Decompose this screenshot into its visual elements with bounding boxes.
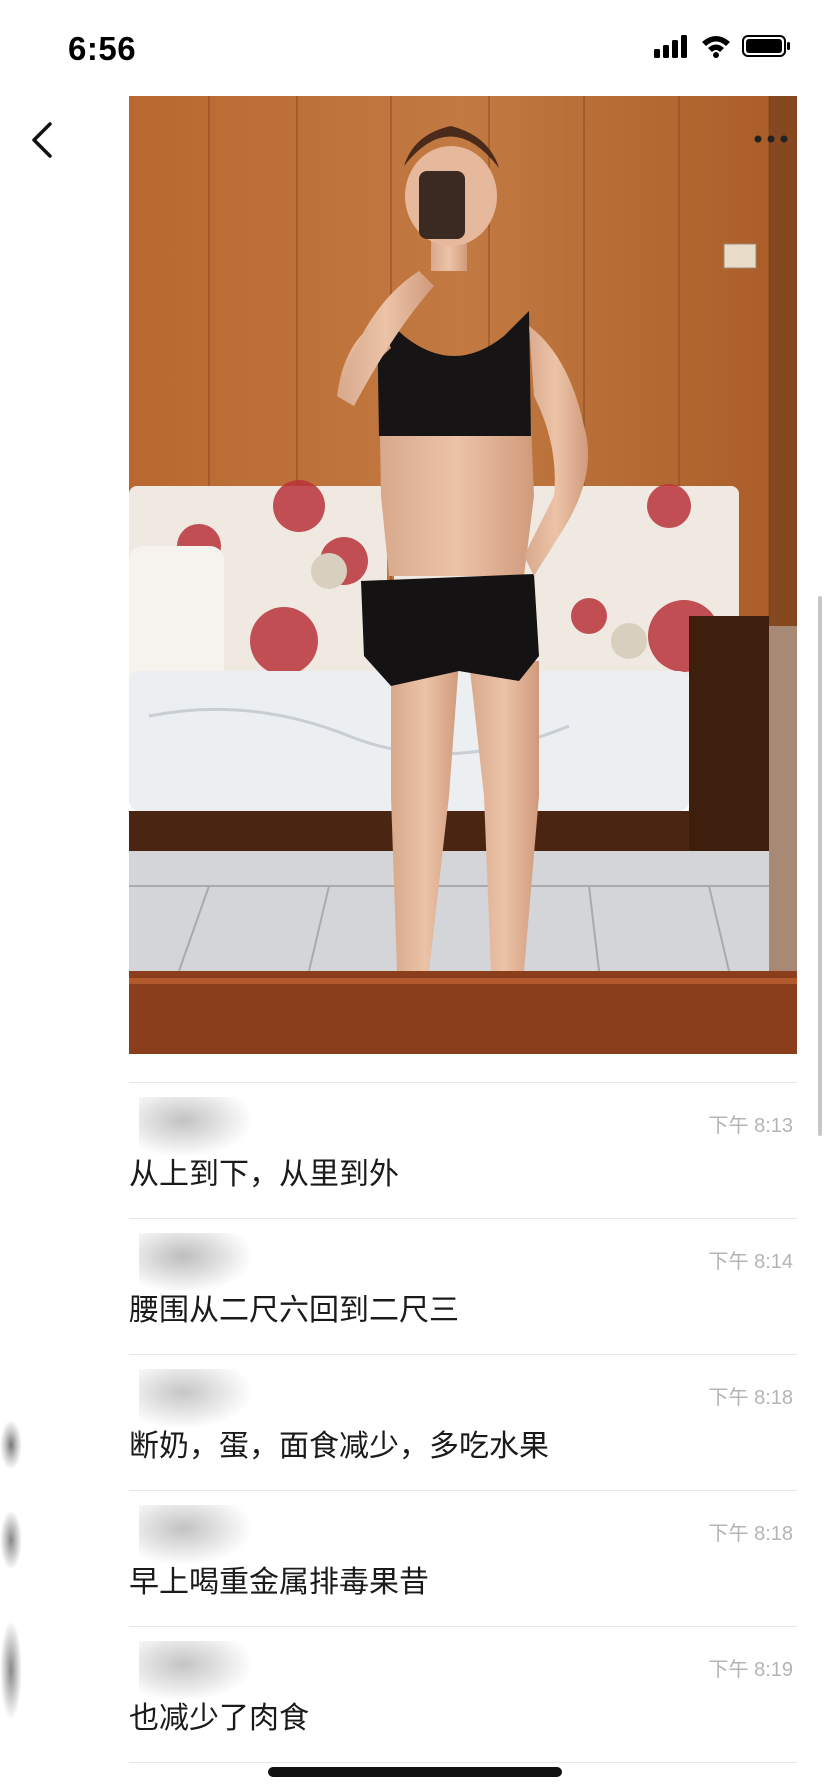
status-time: 6:56 bbox=[68, 30, 137, 67]
message-item[interactable]: 下午 8:14 腰围从二尺六回到二尺三 bbox=[129, 1218, 797, 1354]
back-button[interactable] bbox=[22, 110, 66, 170]
more-options-icon bbox=[754, 135, 788, 143]
battery-icon bbox=[742, 35, 790, 57]
message-text: 断奶，蛋，面食减少，多吃水果 bbox=[129, 1429, 549, 1464]
blurred-sender-name bbox=[139, 1233, 249, 1291]
cellular-signal-icon bbox=[654, 35, 687, 58]
blurred-sender-name bbox=[139, 1641, 249, 1699]
message-item[interactable]: 下午 8:18 早上喝重金属排毒果昔 bbox=[129, 1490, 797, 1626]
message-item[interactable]: 下午 8:13 从上到下，从里到外 bbox=[129, 1082, 797, 1218]
edge-blur-2 bbox=[0, 1510, 22, 1570]
message-item[interactable]: 下午 8:19 也减少了肉食 bbox=[129, 1626, 797, 1763]
message-text: 早上喝重金属排毒果昔 bbox=[129, 1565, 429, 1600]
blurred-sender-name bbox=[139, 1505, 249, 1563]
blurred-sender-name bbox=[139, 1097, 249, 1155]
message-time: 下午 8:18 bbox=[708, 1387, 793, 1409]
edge-blur-3 bbox=[0, 1620, 22, 1720]
mirror-selfie-photo bbox=[129, 96, 797, 1054]
message-item[interactable]: 下午 8:18 断奶，蛋，面食减少，多吃水果 bbox=[129, 1354, 797, 1490]
back-chevron-icon bbox=[32, 122, 52, 158]
scrollbar[interactable] bbox=[818, 596, 822, 1136]
message-time: 下午 8:14 bbox=[708, 1251, 793, 1273]
more-options-button[interactable] bbox=[746, 124, 796, 154]
chat-photo[interactable] bbox=[129, 96, 797, 1054]
message-text: 从上到下，从里到外 bbox=[129, 1157, 399, 1192]
edge-blur-1 bbox=[0, 1420, 22, 1470]
message-text: 腰围从二尺六回到二尺三 bbox=[129, 1293, 459, 1328]
status-icons bbox=[654, 34, 792, 58]
status-bar: 6:56 bbox=[0, 0, 828, 96]
home-indicator bbox=[268, 1767, 562, 1777]
message-time: 下午 8:19 bbox=[708, 1659, 793, 1681]
message-list: 下午 8:13 从上到下，从里到外 下午 8:14 腰围从二尺六回到二尺三 下午… bbox=[129, 1082, 797, 1763]
blurred-sender-name bbox=[139, 1369, 249, 1427]
wifi-icon bbox=[702, 36, 730, 58]
message-time: 下午 8:13 bbox=[708, 1115, 793, 1137]
message-text: 也减少了肉食 bbox=[129, 1701, 309, 1736]
message-time: 下午 8:18 bbox=[708, 1523, 793, 1545]
